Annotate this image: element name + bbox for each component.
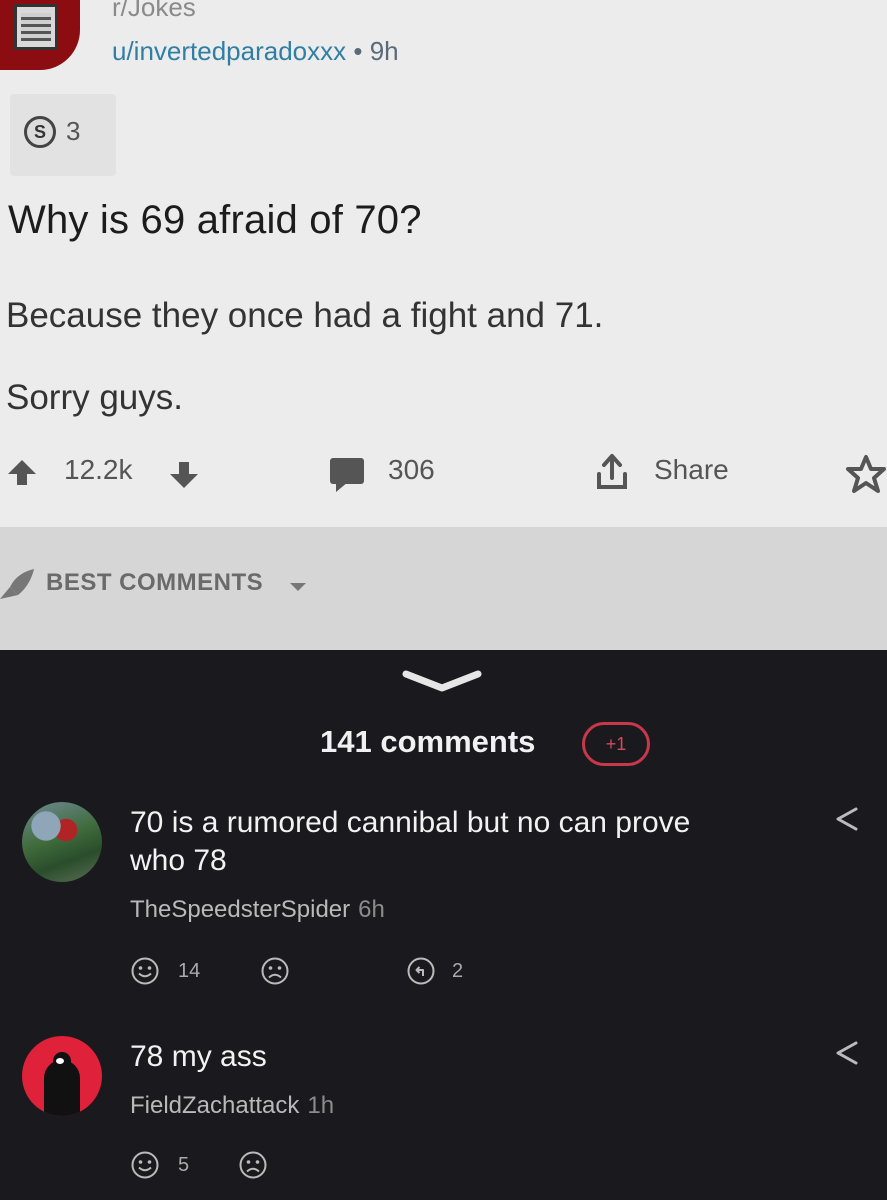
smile-icon[interactable] (130, 1150, 160, 1180)
avatar[interactable] (22, 802, 102, 882)
subreddit-name[interactable]: r/Jokes (112, 0, 196, 23)
meta-separator: • (353, 36, 363, 66)
post-actions-bar: 12.2k 306 Share (0, 446, 887, 502)
sort-label[interactable]: BEST COMMENTS (46, 569, 263, 597)
like-count: 5 (178, 1154, 190, 1176)
comment-text-line: 78 my ass (130, 1040, 267, 1073)
comment-count[interactable]: 306 (388, 454, 435, 486)
silver-award-icon: S (24, 116, 56, 148)
post-card: r/Jokes u/invertedparadoxxx • 9h S 3 Why… (0, 0, 887, 527)
post-meta: u/invertedparadoxxx • 9h (112, 36, 399, 67)
post-body-line: Sorry guys. (6, 378, 183, 417)
comment-text-line: 70 is a rumored cannibal but no can prov… (130, 806, 691, 839)
reply-icon[interactable] (406, 956, 436, 986)
vote-score: 12.2k (64, 454, 133, 485)
save-star-icon[interactable] (846, 454, 886, 494)
post-age: 9h (369, 36, 399, 66)
collapse-chevron-icon[interactable] (402, 668, 482, 694)
subreddit-icon[interactable] (0, 0, 80, 70)
comment-age: 6h (358, 896, 385, 923)
comment-author[interactable]: FieldZachattack (130, 1092, 299, 1119)
comment-text: 78 my ass (130, 1038, 267, 1076)
upvote-arrow-icon[interactable] (8, 460, 36, 485)
avatar[interactable] (22, 1036, 102, 1116)
downvote-arrow-icon[interactable] (170, 462, 198, 488)
share-icon[interactable] (594, 452, 630, 492)
comment-author-line: FieldZachattack 1h (130, 1092, 334, 1120)
comment-text: 70 is a rumored cannibal but no can prov… (130, 804, 690, 880)
section-divider (0, 642, 887, 650)
comments-count-header: 141 comments (320, 724, 536, 759)
post-body-line: Because they once had a fight and 71. (6, 296, 604, 335)
smile-icon[interactable] (130, 956, 160, 986)
chevron-down-icon[interactable] (290, 583, 306, 591)
rocket-icon (0, 569, 34, 599)
comment-bubble-icon[interactable] (330, 458, 364, 492)
comment-text-line: who 78 (130, 844, 227, 877)
post-author[interactable]: u/invertedparadoxxx (112, 36, 346, 66)
collapse-comment-icon[interactable] (834, 1040, 860, 1066)
collapse-comment-icon[interactable] (834, 806, 860, 832)
comment-author-line: TheSpeedsterSpider 6h (130, 896, 385, 924)
post-title: Why is 69 afraid of 70? (8, 198, 422, 242)
share-button[interactable]: Share (654, 454, 729, 486)
like-count: 14 (178, 960, 201, 982)
reply-count: 2 (452, 960, 464, 982)
comment-sort-bar[interactable]: BEST COMMENTS (0, 527, 887, 642)
frown-icon[interactable] (238, 1150, 268, 1180)
award-count: 3 (66, 116, 81, 146)
comment-author[interactable]: TheSpeedsterSpider (130, 896, 350, 923)
comment-age: 1h (307, 1092, 335, 1119)
frown-icon[interactable] (260, 956, 290, 986)
new-comments-badge[interactable]: +1 (582, 722, 650, 766)
